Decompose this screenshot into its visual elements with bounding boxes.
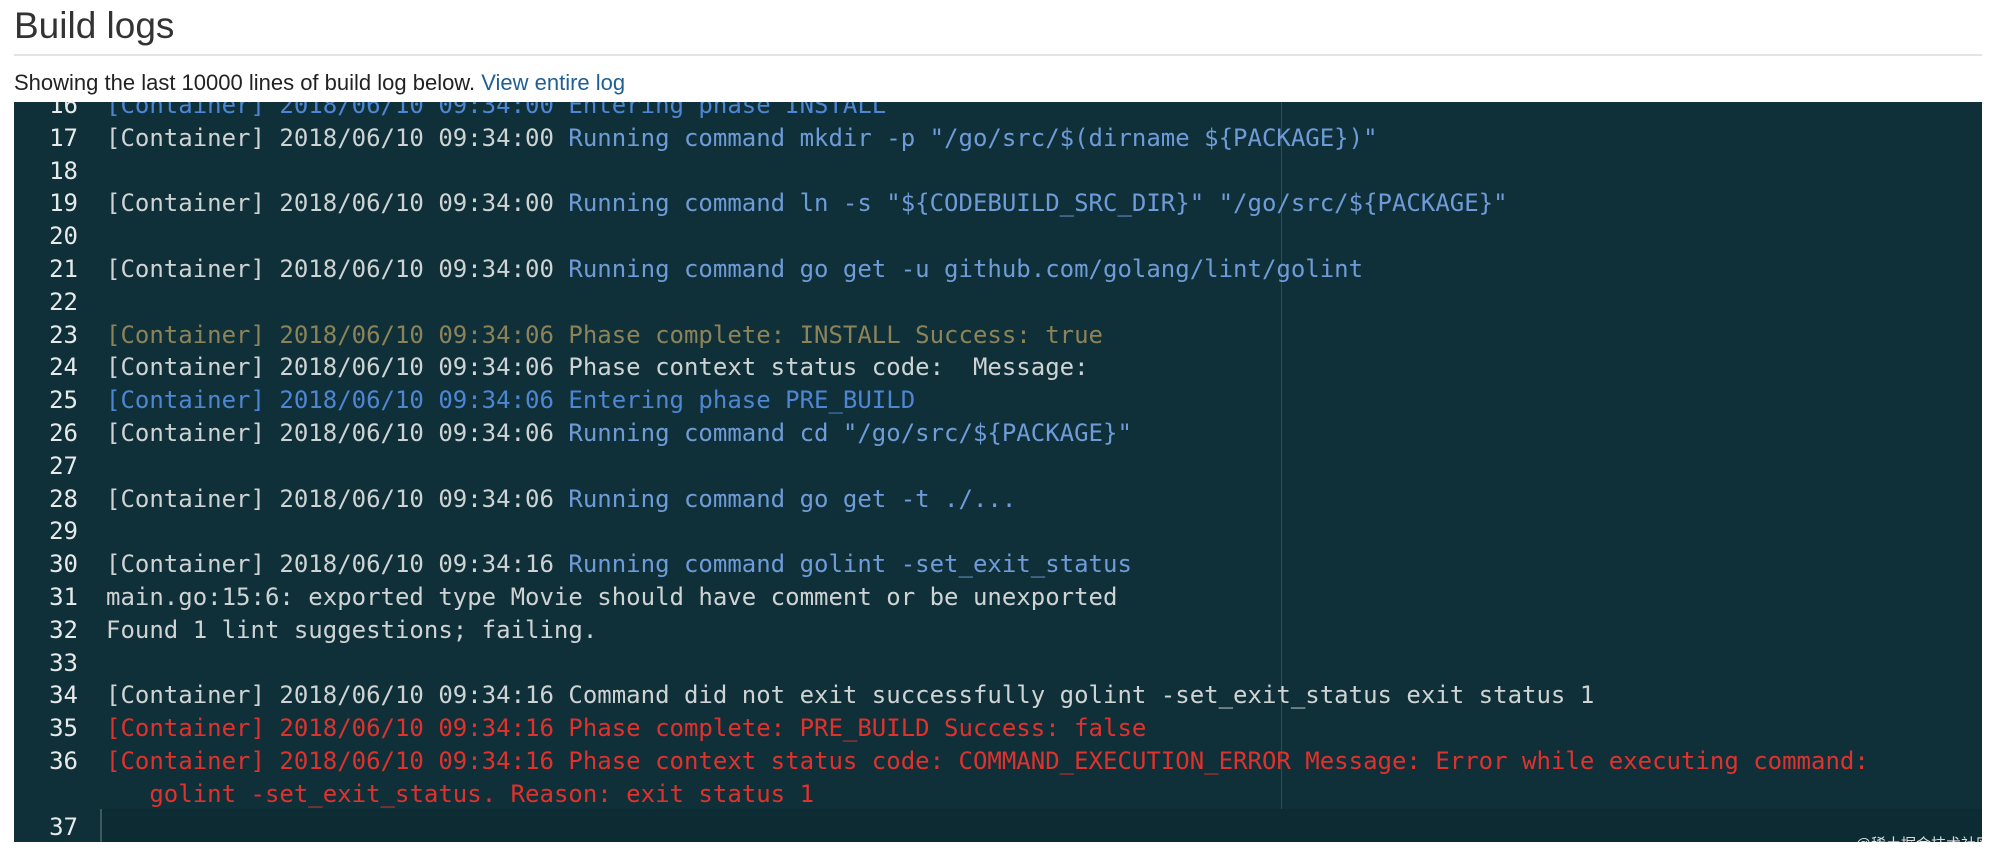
line-text: [Container] 2018/06/10 09:34:06 Running … <box>106 483 1946 516</box>
line-text: [Container] 2018/06/10 09:34:16 Phase co… <box>106 714 1147 743</box>
line-text <box>106 450 1946 483</box>
line-text: [Container] 2018/06/10 09:34:16 Phase co… <box>106 746 1869 808</box>
line-number: 25 <box>49 386 78 415</box>
line-text: [Container] 2018/06/10 09:34:00 Running … <box>106 187 1946 220</box>
log-line: 37 <box>14 811 1982 842</box>
line-number: 17 <box>49 123 78 152</box>
line-number: 20 <box>49 222 78 251</box>
line-text <box>106 286 1946 319</box>
line-command: Running command mkdir -p "/go/src/$(dirn… <box>568 123 1378 152</box>
line-number: 36 <box>49 746 78 775</box>
line-number: 26 <box>49 418 78 447</box>
line-number: 22 <box>49 287 78 316</box>
line-text: main.go:15:6: exported type Movie should… <box>106 582 1118 611</box>
line-command: Running command go get -u github.com/gol… <box>568 254 1364 283</box>
log-line: 26 [Container] 2018/06/10 09:34:06 Runnin… <box>14 417 1982 450</box>
log-line: 32 Found 1 lint suggestions; failing. <box>14 614 1982 647</box>
line-number: 37 <box>49 812 78 841</box>
log-line: 33 <box>14 647 1982 680</box>
line-text <box>106 515 1946 548</box>
log-line: 21 [Container] 2018/06/10 09:34:00 Runnin… <box>14 253 1982 286</box>
line-number: 33 <box>49 648 78 677</box>
log-line: 24 [Container] 2018/06/10 09:34:06 Phase … <box>14 351 1982 384</box>
line-text: [Container] 2018/06/10 09:34:06 Phase co… <box>106 320 1103 349</box>
log-line: 19 [Container] 2018/06/10 09:34:00 Runnin… <box>14 187 1982 220</box>
line-command: Running command cd "/go/src/${PACKAGE}" <box>568 418 1132 447</box>
log-line: 20 <box>14 220 1982 253</box>
line-command: Running command ln -s "${CODEBUILD_SRC_D… <box>568 189 1508 218</box>
line-text: [Container] 2018/06/10 09:34:06 Phase co… <box>106 353 1089 382</box>
log-line: 34 [Container] 2018/06/10 09:34:16 Comman… <box>14 679 1982 712</box>
line-command: Running command go get -t ./... <box>568 484 1017 513</box>
line-number: 16 <box>49 102 78 119</box>
log-line: 16 [Container] 2018/06/10 09:34:00 Enteri… <box>14 102 1982 122</box>
line-number: 31 <box>49 582 78 611</box>
watermark: @稀土掘金技术社区 <box>1855 836 1991 853</box>
log-line: 25 [Container] 2018/06/10 09:34:06 Enteri… <box>14 384 1982 417</box>
view-entire-log-link[interactable]: View entire log <box>481 70 625 95</box>
line-number: 23 <box>49 320 78 349</box>
line-prefix: [Container] 2018/06/10 09:34:00 <box>106 254 569 283</box>
line-prefix: [Container] 2018/06/10 09:34:16 <box>106 550 569 579</box>
line-number: 28 <box>49 484 78 513</box>
line-prefix: [Container] 2018/06/10 09:34:06 <box>106 418 569 447</box>
line-text: [Container] 2018/06/10 09:34:06 Running … <box>106 417 1946 450</box>
line-text: [Container] 2018/06/10 09:34:00 Running … <box>106 253 1946 286</box>
title-divider <box>14 54 1982 56</box>
log-line: 35 [Container] 2018/06/10 09:34:16 Phase … <box>14 712 1982 745</box>
line-number: 27 <box>49 451 78 480</box>
line-text <box>106 220 1946 253</box>
build-log-panel[interactable]: 16 [Container] 2018/06/10 09:34:00 Enteri… <box>14 102 1982 842</box>
log-line: 23 [Container] 2018/06/10 09:34:06 Phase … <box>14 319 1982 352</box>
line-number: 18 <box>49 156 78 185</box>
line-command: Running command golint -set_exit_status <box>568 550 1132 579</box>
log-line: 29 <box>14 515 1982 548</box>
log-line: 22 <box>14 286 1982 319</box>
line-text: [Container] 2018/06/10 09:34:16 Running … <box>106 548 1946 581</box>
line-text: [Container] 2018/06/10 09:34:00 Entering… <box>106 102 887 119</box>
log-line: 17 [Container] 2018/06/10 09:34:00 Runnin… <box>14 122 1982 155</box>
line-number: 34 <box>49 681 78 710</box>
line-number: 29 <box>49 517 78 546</box>
log-line: 31 main.go:15:6: exported type Movie shou… <box>14 581 1982 614</box>
log-line: 27 <box>14 450 1982 483</box>
log-notice-text: Showing the last 10000 lines of build lo… <box>14 70 476 95</box>
line-number: 19 <box>49 189 78 218</box>
line-text: [Container] 2018/06/10 09:34:00 Running … <box>106 122 1946 155</box>
line-text: [Container] 2018/06/10 09:34:16 Command … <box>106 681 1595 710</box>
line-prefix: [Container] 2018/06/10 09:34:00 <box>106 189 569 218</box>
log-line: 30 [Container] 2018/06/10 09:34:16 Runnin… <box>14 548 1982 581</box>
line-text <box>106 811 1946 842</box>
line-number: 35 <box>49 714 78 743</box>
log-line: 18 <box>14 155 1982 188</box>
log-lines: 16 [Container] 2018/06/10 09:34:00 Enteri… <box>14 102 1982 842</box>
line-text: Found 1 lint suggestions; failing. <box>106 615 598 644</box>
line-prefix: [Container] 2018/06/10 09:34:06 <box>106 484 569 513</box>
page-title: Build logs <box>14 5 175 46</box>
line-text <box>106 155 1946 188</box>
log-notice: Showing the last 10000 lines of build lo… <box>14 69 625 97</box>
line-number: 21 <box>49 254 78 283</box>
line-number: 24 <box>49 353 78 382</box>
line-number: 30 <box>49 550 78 579</box>
line-prefix: [Container] 2018/06/10 09:34:00 <box>106 123 569 152</box>
line-text <box>106 647 1946 680</box>
line-text: [Container] 2018/06/10 09:34:06 Entering… <box>106 386 916 415</box>
line-number: 32 <box>49 615 78 644</box>
log-line: 36 [Container] 2018/06/10 09:34:16 Phase … <box>14 745 1982 811</box>
log-line: 28 [Container] 2018/06/10 09:34:06 Runnin… <box>14 483 1982 516</box>
